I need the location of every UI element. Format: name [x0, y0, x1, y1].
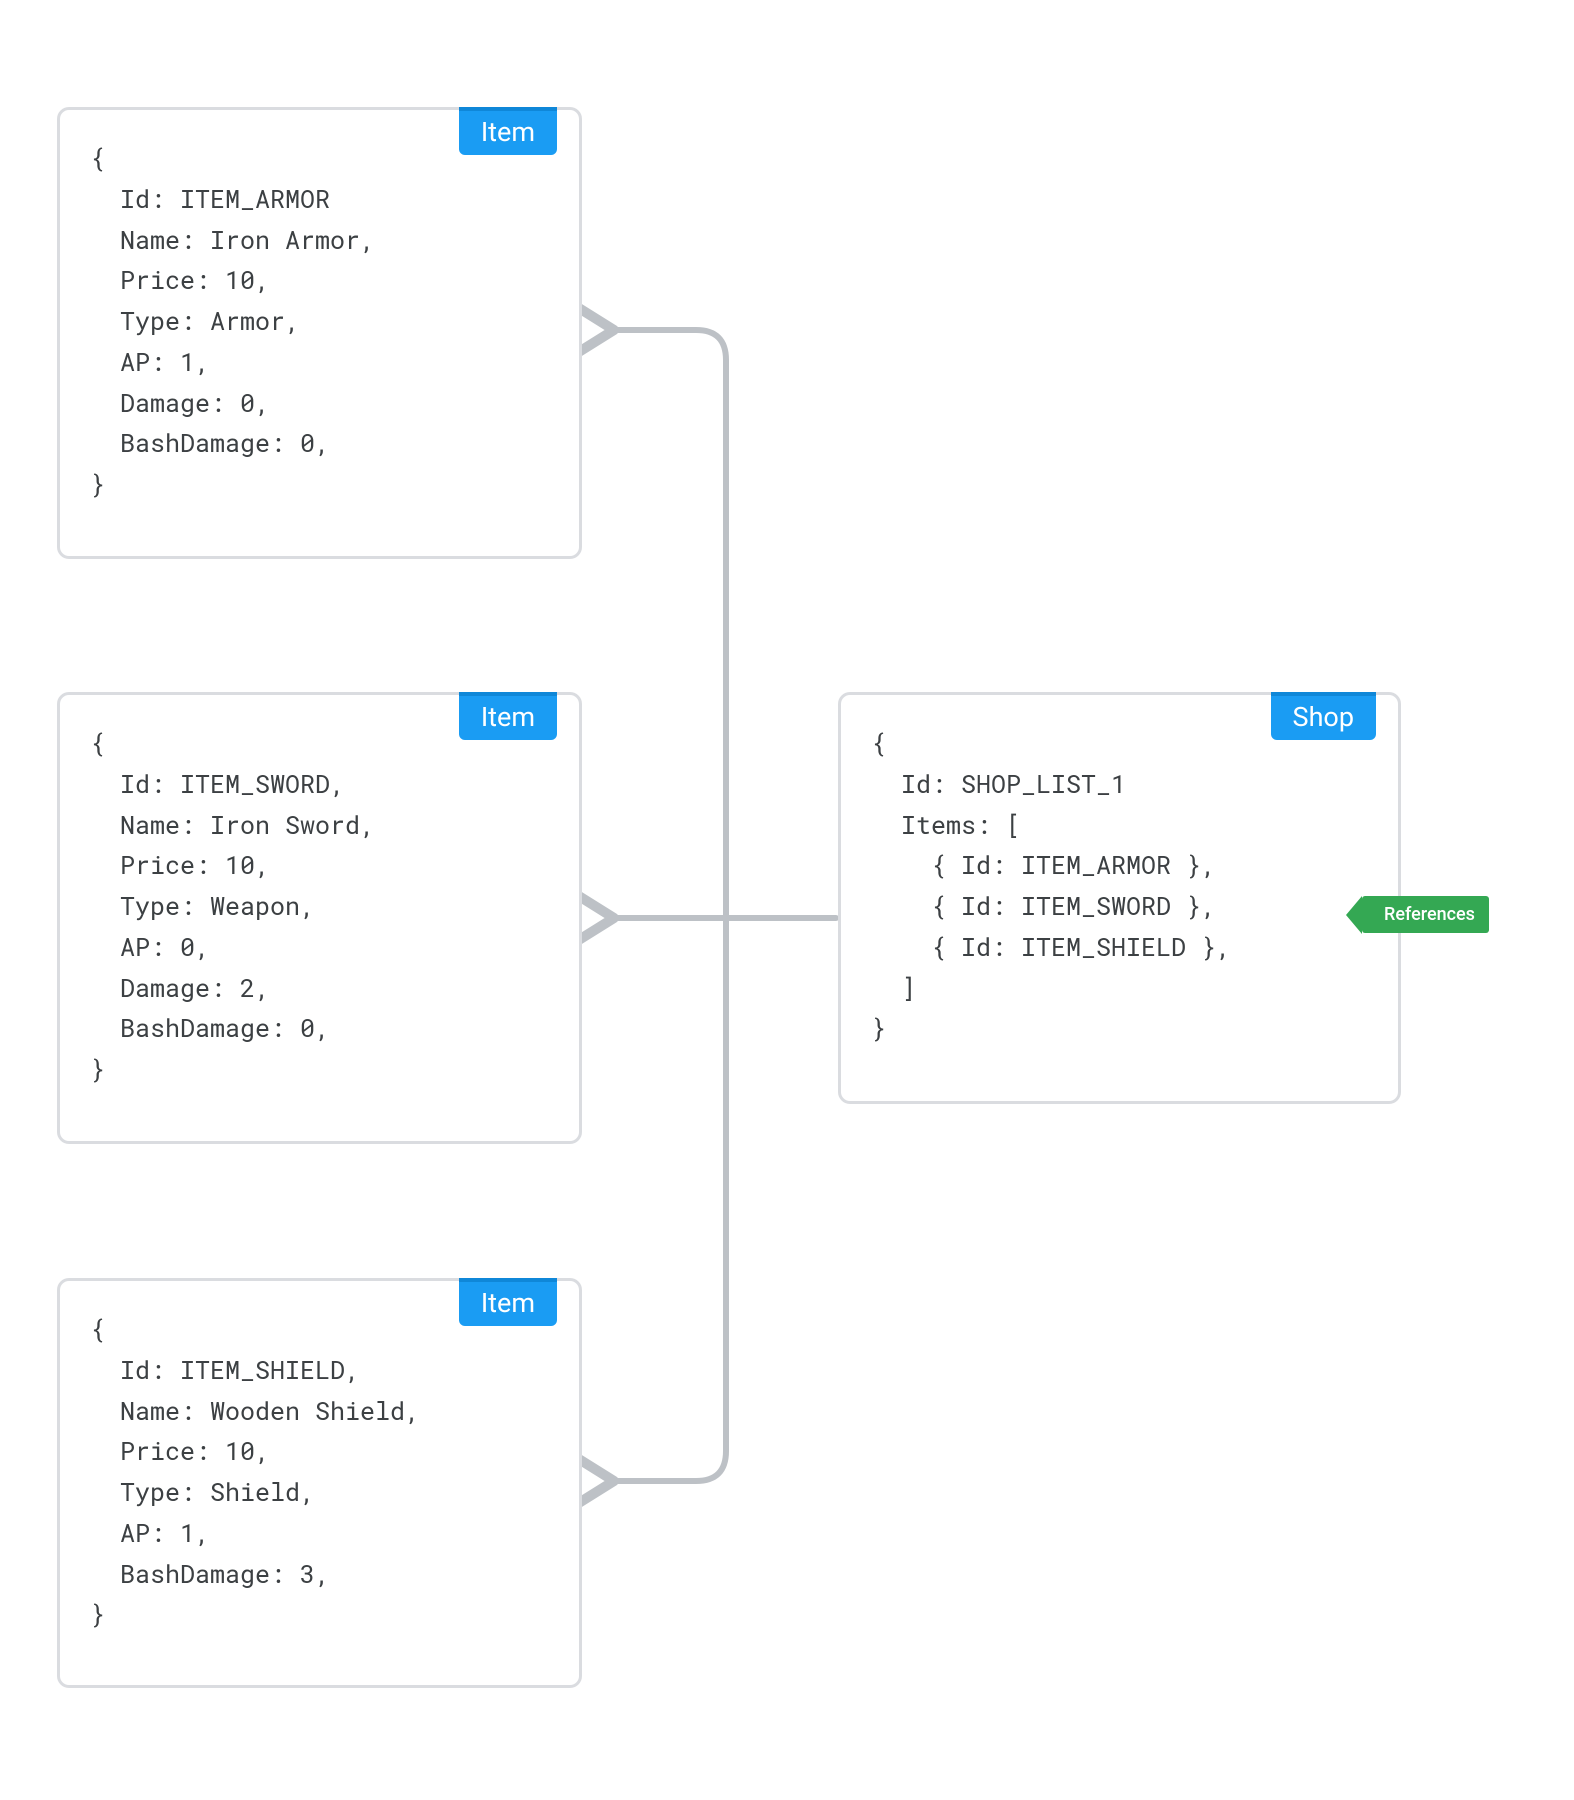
item-code-armor: { Id: ITEM_ARMOR Name: Iron Armor, Price… — [90, 138, 549, 505]
item-tag: Item — [459, 107, 557, 155]
item-code-shield: { Id: ITEM_SHIELD, Name: Wooden Shield, … — [90, 1309, 549, 1635]
item-box-armor: Item { Id: ITEM_ARMOR Name: Iron Armor, … — [57, 107, 582, 559]
item-box-shield: Item { Id: ITEM_SHIELD, Name: Wooden Shi… — [57, 1278, 582, 1688]
item-tag: Item — [459, 692, 557, 740]
references-callout: References — [1362, 896, 1489, 933]
item-tag: Item — [459, 1278, 557, 1326]
item-code-sword: { Id: ITEM_SWORD, Name: Iron Sword, Pric… — [90, 723, 549, 1090]
shop-tag: Shop — [1271, 692, 1376, 740]
item-box-sword: Item { Id: ITEM_SWORD, Name: Iron Sword,… — [57, 692, 582, 1144]
shop-box: Shop { Id: SHOP_LIST_1 Items: [ { Id: IT… — [838, 692, 1401, 1104]
shop-code: { Id: SHOP_LIST_1 Items: [ { Id: ITEM_AR… — [871, 723, 1368, 1049]
